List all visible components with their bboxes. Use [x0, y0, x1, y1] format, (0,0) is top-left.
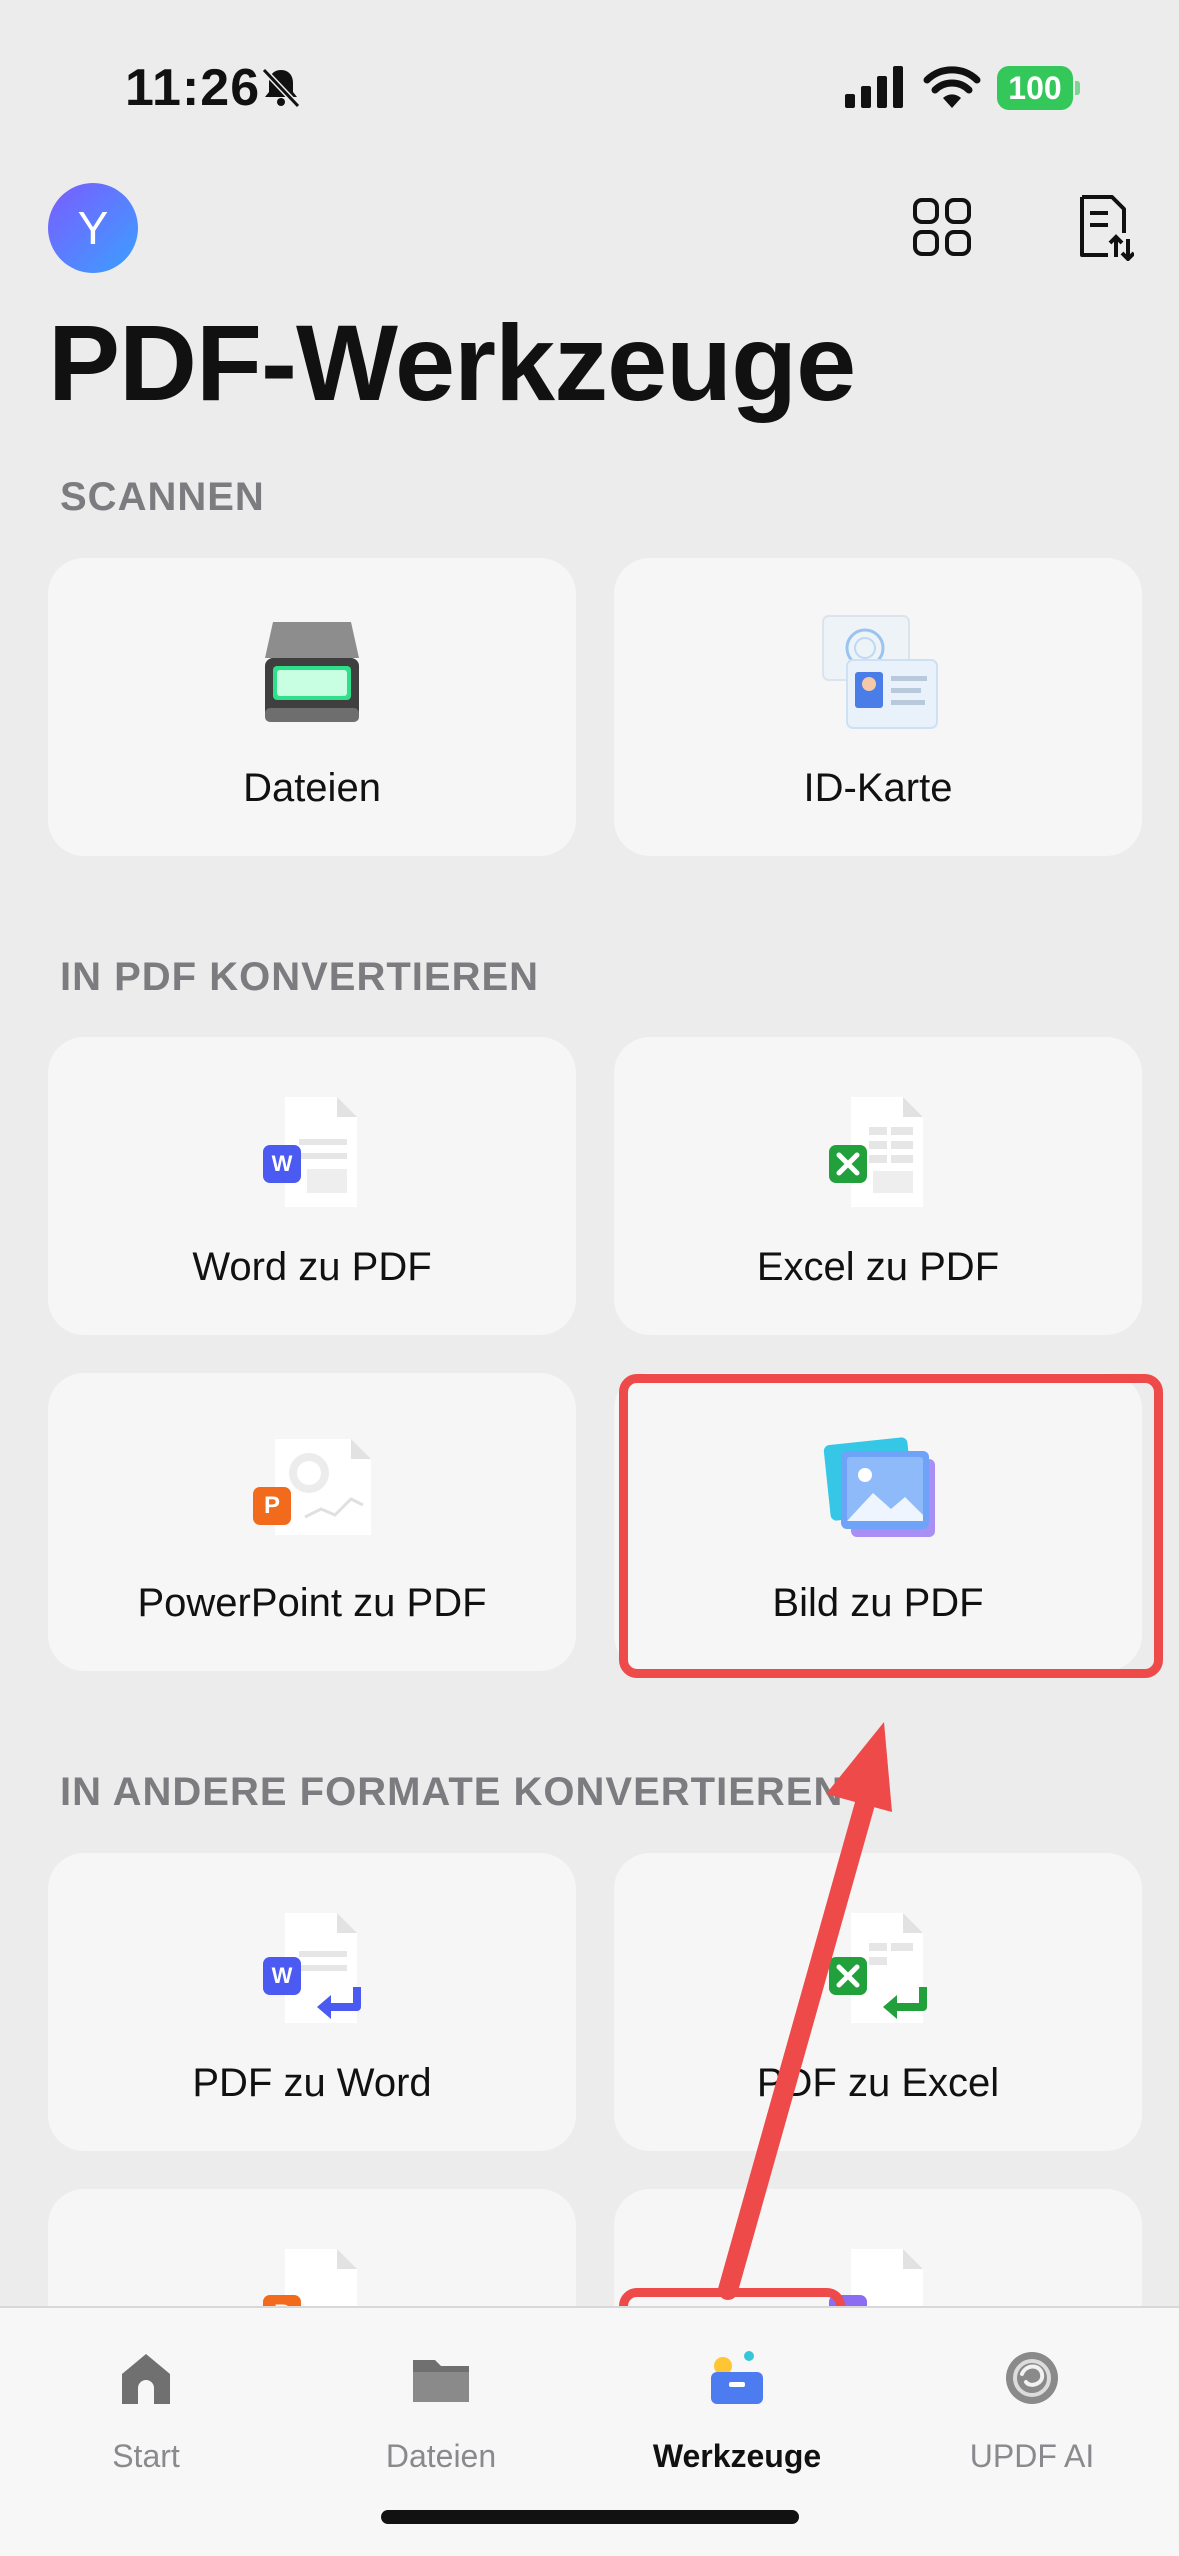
- tool-card-id-karte[interactable]: ID-Karte: [614, 558, 1142, 856]
- tool-label: ID-Karte: [803, 766, 953, 810]
- grid-view-icon[interactable]: [912, 197, 972, 257]
- highlight-box-bild-zu-pdf: [619, 1374, 1163, 1678]
- battery-level: 100: [1008, 70, 1062, 106]
- toolbox-icon: [711, 2351, 763, 2404]
- avatar[interactable]: Y: [48, 183, 138, 273]
- tool-label: PDF zu Excel: [756, 2061, 1000, 2105]
- tab-dateien[interactable]: Dateien: [311, 2328, 571, 2488]
- word-doc-icon: W: [263, 1097, 357, 1207]
- ai-icon: [1006, 2352, 1058, 2404]
- folder-icon: [413, 2360, 469, 2402]
- document-sort-icon[interactable]: [1074, 193, 1134, 261]
- home-indicator[interactable]: [381, 2510, 799, 2524]
- section-title-scannen: SCANNEN: [60, 475, 265, 519]
- powerpoint-doc-icon: P: [253, 1439, 371, 1535]
- tool-label: PowerPoint zu PDF: [137, 1581, 487, 1625]
- tool-label: Excel zu PDF: [756, 1245, 1000, 1289]
- wifi-icon: [923, 66, 981, 108]
- tab-start[interactable]: Start: [16, 2328, 276, 2488]
- cellular-signal-icon: [845, 66, 903, 108]
- section-title-in-pdf: IN PDF KONVERTIEREN: [60, 955, 540, 999]
- tool-card-scan-dateien[interactable]: Dateien: [48, 558, 576, 856]
- tool-card-pdf-zu-word[interactable]: W PDF zu Word: [48, 1853, 576, 2151]
- pdf-to-excel-icon: [829, 1913, 927, 2023]
- battery-indicator: 100: [997, 66, 1080, 110]
- tab-label: Dateien: [385, 2438, 497, 2474]
- section-title-andere-formate: IN ANDERE FORMATE KONVERTIEREN: [60, 1770, 844, 1814]
- tab-werkzeuge[interactable]: Werkzeuge: [607, 2328, 867, 2488]
- tool-card-powerpoint-zu-pdf[interactable]: P PowerPoint zu PDF: [48, 1373, 576, 1671]
- tool-card-excel-zu-pdf[interactable]: Excel zu PDF: [614, 1037, 1142, 1335]
- tab-label: Start: [112, 2438, 180, 2474]
- tool-label: Dateien: [243, 766, 381, 810]
- tool-label: PDF zu Word: [192, 2061, 432, 2105]
- status-time: 11:26: [125, 59, 261, 117]
- tab-updf-ai[interactable]: UPDF AI: [902, 2328, 1162, 2488]
- svg-text:P: P: [264, 1492, 280, 1519]
- excel-doc-icon: [829, 1097, 923, 1207]
- tab-label: UPDF AI: [969, 2438, 1095, 2474]
- battery-cap: [1075, 81, 1080, 95]
- status-bar: 11:26 100: [0, 0, 1179, 170]
- svg-text:W: W: [272, 1151, 293, 1176]
- tool-card-pdf-zu-excel[interactable]: PDF zu Excel: [614, 1853, 1142, 2151]
- svg-text:W: W: [272, 1963, 293, 1988]
- tab-label: Werkzeuge: [652, 2438, 822, 2474]
- scanner-icon: [265, 622, 359, 722]
- pdf-to-word-icon: W: [263, 1913, 361, 2023]
- tool-label: Word zu PDF: [192, 1245, 432, 1289]
- id-card-icon: [822, 615, 938, 729]
- home-icon: [122, 2354, 170, 2404]
- tool-card-word-zu-pdf[interactable]: W Word zu PDF: [48, 1037, 576, 1335]
- bell-muted-icon: [261, 67, 301, 109]
- page-title: PDF-Werkzeuge: [48, 302, 856, 423]
